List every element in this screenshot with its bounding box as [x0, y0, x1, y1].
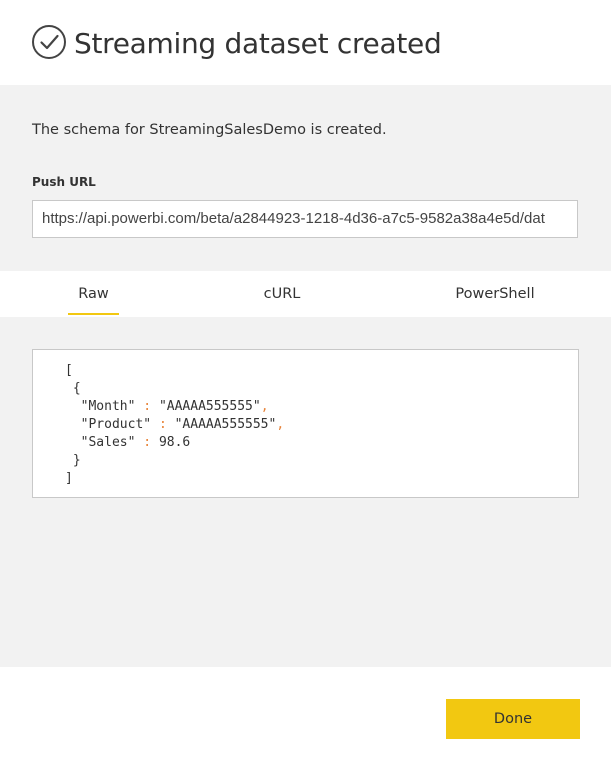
code-open-bracket: [ [65, 363, 73, 378]
code-key-sales: "Sales" [80, 435, 136, 450]
code-line: { [65, 380, 578, 398]
code-line: } [65, 452, 578, 470]
code-line: ] [65, 470, 578, 488]
active-tab-indicator [68, 313, 119, 315]
code-format-tabs: Raw cURL PowerShell [0, 271, 611, 317]
check-circle-icon [32, 25, 66, 59]
code-line: "Sales" : 98.6 [65, 434, 578, 452]
tab-raw[interactable]: Raw [68, 271, 119, 317]
code-key-product: "Product" [80, 417, 152, 432]
raw-json-code-block[interactable]: [ { "Month" : "AAAAA555555", "Product" :… [32, 349, 579, 498]
code-close-brace: } [72, 453, 81, 468]
streaming-dataset-dialog: Streaming dataset created The schema for… [0, 0, 611, 768]
code-colon: : [143, 399, 152, 414]
code-colon: : [143, 435, 152, 450]
push-url-field[interactable]: https://api.powerbi.com/beta/a2844923-12… [32, 200, 578, 238]
dialog-title: Streaming dataset created [74, 27, 442, 60]
code-comma: , [260, 399, 269, 414]
tab-curl[interactable]: cURL [250, 271, 314, 317]
code-open-brace: { [72, 381, 81, 396]
code-line: "Month" : "AAAAA555555", [65, 398, 578, 416]
code-line: [ [65, 362, 578, 380]
code-key-month: "Month" [80, 399, 136, 414]
code-value-month: "AAAAA555555" [158, 399, 261, 414]
code-colon: : [158, 417, 167, 432]
code-comma: , [276, 417, 285, 432]
tab-powershell[interactable]: PowerShell [447, 271, 543, 317]
tab-curl-label: cURL [263, 286, 301, 302]
tab-raw-label: Raw [78, 286, 109, 302]
code-line: "Product" : "AAAAA555555", [65, 416, 578, 434]
dialog-header: Streaming dataset created [0, 0, 611, 85]
code-close-bracket: ] [65, 471, 73, 486]
code-value-sales: 98.6 [158, 435, 191, 450]
done-button[interactable]: Done [446, 699, 580, 739]
code-value-product: "AAAAA555555" [174, 417, 277, 432]
schema-created-message: The schema for StreamingSalesDemo is cre… [32, 122, 387, 138]
push-url-label: Push URL [32, 175, 96, 189]
tab-powershell-label: PowerShell [455, 286, 535, 302]
